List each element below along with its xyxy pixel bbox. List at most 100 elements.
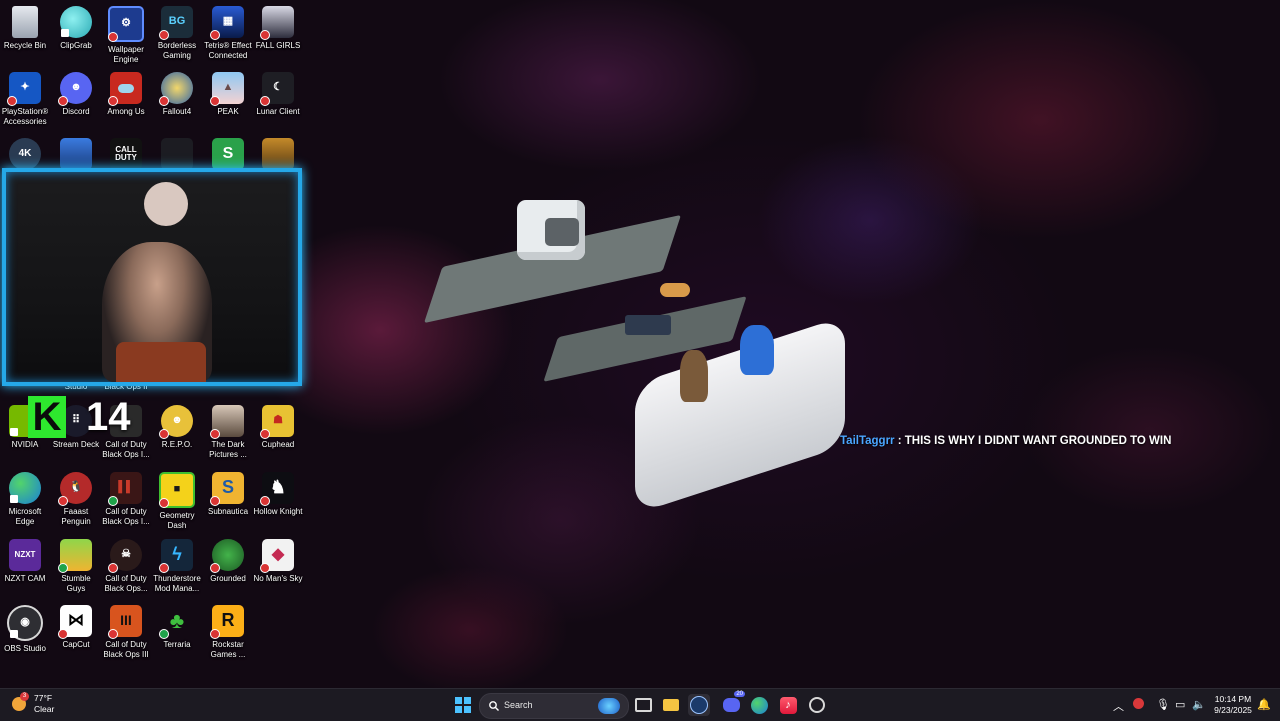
studio-icon: 4K (9, 138, 41, 170)
desktop-icon-grounded[interactable]: Grounded (203, 539, 253, 584)
taskbar-search[interactable]: Search (479, 693, 629, 719)
desktop-icon-stumble-guys[interactable]: Stumble Guys (51, 539, 101, 593)
icon-label: Grounded (210, 574, 246, 583)
chevron-up-icon: ︿ (1113, 701, 1124, 713)
start-button[interactable] (452, 694, 474, 716)
desktop-icon-wallpaper-engine[interactable]: ⚙ Wallpaper Engine (101, 6, 151, 64)
icon-label: Among Us (107, 107, 145, 116)
microphone-button[interactable]: 🎙 (1156, 698, 1170, 711)
tray-app-button[interactable] (1133, 698, 1144, 712)
desktop-icon-no-mans-sky[interactable]: ◆ No Man's Sky (253, 539, 303, 584)
steam-icon (690, 696, 708, 714)
desktop-icon-peak[interactable]: ▲ PEAK (203, 72, 253, 117)
webcam-shirt (116, 342, 206, 382)
desktop-icon-fall-girls[interactable]: FALL GIRLS (253, 6, 303, 51)
icon-label: Wallpaper Engine (108, 45, 144, 64)
webcam-mask (144, 182, 188, 226)
show-hidden-icons-button[interactable]: ︿ (1113, 698, 1124, 714)
weather-desc: Clear (34, 704, 55, 714)
icon-label: ClipGrab (60, 41, 92, 50)
steam-button[interactable] (688, 694, 710, 716)
icon-label: Terraria (163, 640, 191, 649)
desktop-icon-capcut[interactable]: ⋈ CapCut (51, 605, 101, 650)
overlay-k-logo: K (28, 396, 66, 438)
terraria-icon: ♣ (159, 605, 193, 639)
discord-taskbar-button[interactable]: 20 (720, 691, 745, 716)
icon-label: Tetris® Effect Connected (204, 41, 252, 60)
desktop-icon-clipgrab[interactable]: ClipGrab (51, 6, 101, 51)
desktop-icon-fallout4[interactable]: Fallout4 (152, 72, 202, 117)
icon-label: Call of Duty Black Ops I... (102, 507, 150, 526)
icon-label: Thunderstore Mod Mana... (153, 574, 201, 593)
icon-label: Microsoft Edge (8, 507, 42, 526)
desktop-icon-lunar-client[interactable]: ☾ Lunar Client (253, 72, 303, 117)
icon-label: The Dark Pictures ... (209, 440, 247, 459)
icon-label: NVIDIA (11, 440, 39, 449)
icon-label: Stumble Guys (61, 574, 91, 593)
desktop-icon-obs[interactable]: ◉ OBS Studio (0, 605, 50, 654)
clock[interactable]: 10:14 PM 9/23/2025 (1207, 694, 1259, 716)
desktop-icon-repo[interactable]: ☻ R.E.P.O. (152, 405, 202, 450)
notifications-button[interactable]: 🔔 (1257, 698, 1271, 711)
icon-label: No Man's Sky (253, 574, 303, 583)
wallpaper-engine-icon: ⚙ (108, 6, 144, 42)
desktop-icon-cuphead[interactable]: ☗ Cuphead (253, 405, 303, 450)
stumble-guys-icon (58, 539, 92, 573)
network-icon: ▭ (1175, 699, 1186, 711)
file-explorer-button[interactable] (660, 694, 682, 716)
desktop-icon-cod-bo2[interactable]: ▌▌ Call of Duty Black Ops I... (101, 472, 151, 526)
subnautica-icon: S (210, 472, 244, 506)
desktop-icon-among-us[interactable]: Among Us (101, 72, 151, 117)
desktop-icon-nzxt[interactable]: NZXT NZXT CAM (0, 539, 50, 584)
game-console (625, 315, 671, 335)
icon-label: Rockstar Games ... (210, 640, 246, 659)
volume-button[interactable]: 🔈 (1192, 698, 1206, 711)
icon-label: Subnautica (207, 507, 249, 516)
penguin-icon: 🐧 (58, 472, 92, 506)
music-button[interactable]: ♪ (777, 694, 799, 716)
clipgrab-icon (60, 6, 92, 38)
desktop-icon-recycle-bin[interactable]: Recycle Bin (0, 6, 50, 51)
fallout4-icon (159, 72, 193, 106)
task-view-button[interactable] (632, 694, 654, 716)
edge-taskbar-icon (750, 696, 768, 714)
icon-label: FALL GIRLS (255, 41, 301, 50)
desktop-icon-cod-bo3[interactable]: ☠ Call of Duty Black Ops... (101, 539, 151, 593)
desktop-icon-faaast-penguin[interactable]: 🐧 Faaast Penguin (51, 472, 101, 526)
desktop-icon-borderless-gaming[interactable]: BG Borderless Gaming (152, 6, 202, 60)
desktop-icon-terraria[interactable]: ♣ Terraria (152, 605, 202, 650)
music-icon: ♪ (779, 696, 797, 714)
icon-label: R.E.P.O. (161, 440, 193, 449)
desktop-icon-subnautica[interactable]: S Subnautica (203, 472, 253, 517)
desktop-icon-playstation[interactable]: ✦ PlayStation® Accessories (0, 72, 50, 126)
task-view-icon (634, 698, 652, 712)
dead-by-daylight-icon (161, 138, 193, 170)
desktop-icon-edge[interactable]: Microsoft Edge (0, 472, 50, 526)
desktop-icon-rockstar[interactable]: R Rockstar Games ... (203, 605, 253, 659)
desktop-icon-geometry-dash[interactable]: ■ Geometry Dash (152, 472, 202, 530)
desktop-icon-discord[interactable]: ☻ Discord (51, 72, 101, 117)
cod-bo2-icon: ▌▌ (108, 472, 142, 506)
desktop-icon-cod-bo3b[interactable]: III Call of Duty Black Ops III (101, 605, 151, 659)
desktop-icon-dark-pictures[interactable]: The Dark Pictures ... (203, 405, 253, 459)
microphone-icon: 🎙 (1156, 699, 1170, 711)
search-icon (489, 701, 499, 711)
icon-label: Stream Deck (52, 440, 100, 449)
network-button[interactable]: ▭ (1175, 698, 1185, 711)
obs-icon: ◉ (7, 605, 43, 641)
edge-taskbar-button[interactable] (748, 694, 770, 716)
desktop-icon-thunderstore[interactable]: ϟ Thunderstore Mod Mana... (152, 539, 202, 593)
folder-icon (663, 699, 679, 711)
discord-taskbar-icon (722, 698, 740, 712)
desktop-icon-hollow-knight[interactable]: ♞ Hollow Knight (253, 472, 303, 517)
weather-widget[interactable]: 3 77°F Clear (12, 692, 55, 715)
icon-label: PlayStation® Accessories (1, 107, 49, 126)
icon-label: Call of Duty Black Ops... (104, 574, 148, 593)
playstation-icon: ✦ (7, 72, 41, 106)
capcut-icon: ⋈ (58, 605, 92, 639)
discord-icon: ☻ (58, 72, 92, 106)
icon-label: Geometry Dash (159, 511, 195, 530)
desktop-icon-tetris[interactable]: ▦ Tetris® Effect Connected (203, 6, 253, 60)
rockstar-icon: R (210, 605, 244, 639)
chrome-button[interactable] (806, 694, 828, 716)
